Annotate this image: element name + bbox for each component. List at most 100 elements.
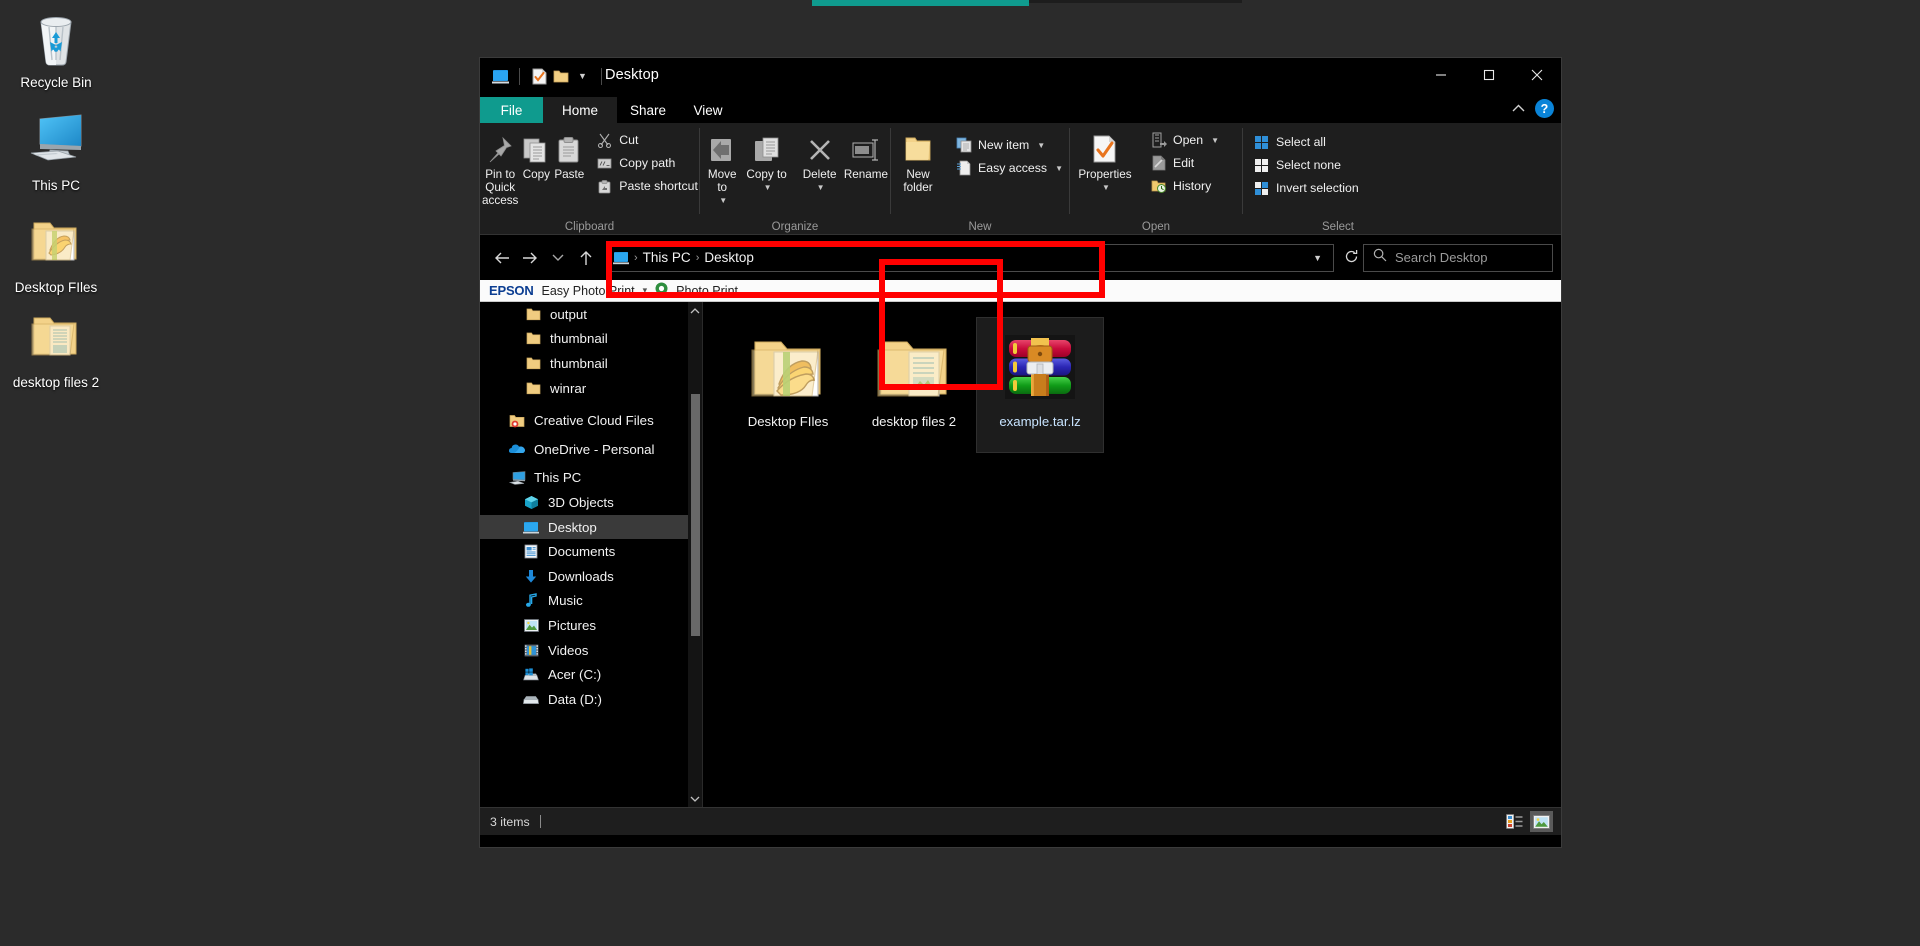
select-none-button[interactable]: Select none: [1247, 155, 1365, 175]
music-icon: [522, 592, 540, 610]
tree-item-onedrive-personal[interactable]: OneDrive - Personal: [480, 437, 702, 462]
new-folder-button[interactable]: New folder: [891, 130, 945, 194]
chevron-down-icon[interactable]: ▼: [1211, 136, 1219, 145]
open-button[interactable]: Open ▼: [1144, 130, 1225, 150]
file-explorer-window: ▼ Desktop File Home Share View: [479, 57, 1562, 848]
chevron-down-icon[interactable]: ▾: [643, 285, 648, 296]
paste-label: Paste: [554, 168, 584, 181]
tree-item-documents[interactable]: Documents: [480, 539, 702, 564]
ribbon-group-clipboard: Pin to Quick access Copy: [480, 123, 699, 234]
tree-item-downloads[interactable]: Downloads: [480, 564, 702, 589]
tab-home[interactable]: Home: [543, 97, 617, 123]
tree-item-thumbnail-2[interactable]: thumbnail: [480, 351, 702, 376]
tree-item-this-pc[interactable]: This PC: [480, 466, 702, 491]
screen: Recycle Bin This PC: [0, 0, 1920, 946]
tree-item-winrar[interactable]: winrar: [480, 376, 702, 401]
chevron-up-icon[interactable]: [1512, 101, 1525, 116]
recent-locations-button[interactable]: [544, 244, 572, 272]
up-button[interactable]: [572, 244, 600, 272]
edit-button[interactable]: Edit: [1144, 153, 1225, 173]
file-list-pane[interactable]: Desktop FIles: [703, 302, 1561, 807]
breadcrumb-this-pc[interactable]: This PC: [643, 250, 691, 265]
new-folder-icon[interactable]: [550, 65, 572, 87]
tree-item-pictures[interactable]: Pictures: [480, 613, 702, 638]
folder-icon: [524, 330, 542, 348]
copy-label: Copy: [523, 168, 550, 181]
rename-button[interactable]: Rename: [842, 130, 890, 181]
tree-item-desktop[interactable]: Desktop: [480, 515, 702, 540]
copy-to-button[interactable]: Copy to ▼: [744, 130, 788, 194]
back-button[interactable]: [488, 244, 516, 272]
easy-access-button[interactable]: Easy access ▼: [949, 158, 1069, 178]
epson-easy-photo-print-menu[interactable]: Easy Photo Print: [542, 284, 635, 298]
tree-item-videos[interactable]: Videos: [480, 638, 702, 663]
chevron-down-icon[interactable]: ▼: [1102, 181, 1110, 194]
file-item-desktop-files-2[interactable]: desktop files 2: [851, 318, 977, 452]
details-view-icon[interactable]: [1503, 811, 1526, 832]
select-all-button[interactable]: Select all: [1247, 132, 1365, 152]
tree-item-label: Creative Cloud Files: [534, 413, 654, 428]
tree-item-creative-cloud-files[interactable]: Creative Cloud Files: [480, 408, 702, 433]
minimize-button[interactable]: [1417, 58, 1465, 92]
history-button[interactable]: History: [1144, 176, 1225, 196]
paste-shortcut-button[interactable]: Paste shortcut: [590, 176, 704, 196]
forward-button[interactable]: [516, 244, 544, 272]
tree-item-label: Documents: [548, 544, 615, 559]
tree-item-thumbnail-1[interactable]: thumbnail: [480, 327, 702, 352]
close-button[interactable]: [1513, 58, 1561, 92]
tab-file[interactable]: File: [480, 97, 543, 123]
invert-selection-button[interactable]: Invert selection: [1247, 178, 1365, 198]
desktop-icon-desktop-files[interactable]: Desktop FIles: [0, 215, 112, 296]
tree-item-label: Desktop: [548, 520, 597, 535]
chevron-down-icon[interactable]: ▼: [719, 194, 727, 207]
large-icons-view-icon[interactable]: [1530, 811, 1553, 832]
refresh-button[interactable]: [1340, 249, 1363, 267]
chevron-down-icon[interactable]: ▼: [1055, 164, 1063, 173]
tree-item-acer-c[interactable]: Acer (C:): [480, 662, 702, 687]
search-box[interactable]: Search Desktop: [1363, 244, 1553, 272]
copy-button[interactable]: Copy: [520, 130, 552, 181]
properties-button[interactable]: Properties ▼: [1070, 130, 1140, 194]
tree-item-music[interactable]: Music: [480, 589, 702, 614]
pin-to-quick-access-button[interactable]: Pin to Quick access: [480, 130, 520, 207]
desktop-icon-recycle-bin[interactable]: Recycle Bin: [0, 10, 112, 91]
help-button[interactable]: ?: [1535, 99, 1554, 118]
tab-view[interactable]: View: [679, 97, 737, 123]
explorer-icon[interactable]: [489, 65, 511, 87]
tree-item-data-d[interactable]: Data (D:): [480, 687, 702, 712]
tree-item-3d-objects[interactable]: 3D Objects: [480, 490, 702, 515]
ribbon-right-controls: ?: [1512, 99, 1554, 118]
desktop-icon-label: This PC: [32, 178, 80, 193]
desktop-icon-this-pc[interactable]: This PC: [0, 113, 112, 194]
customize-qat-caret-icon[interactable]: ▼: [572, 71, 593, 81]
breadcrumb-address-bar[interactable]: › This PC › Desktop ▼: [606, 244, 1334, 272]
epson-photo-print-button[interactable]: Photo Print: [676, 284, 738, 298]
address-dropdown-icon[interactable]: ▼: [1308, 253, 1327, 263]
chevron-down-icon[interactable]: ▼: [817, 181, 825, 194]
chevron-down-icon[interactable]: [690, 791, 700, 807]
invert-selection-icon: [1253, 180, 1270, 197]
chevron-down-icon[interactable]: ▼: [1037, 141, 1045, 150]
chevron-down-icon[interactable]: ▼: [764, 181, 772, 194]
move-to-button[interactable]: Move to ▼: [700, 130, 744, 207]
paste-button[interactable]: Paste: [552, 130, 586, 181]
copy-path-button[interactable]: Copy path: [590, 153, 704, 173]
file-item-desktop-files[interactable]: Desktop FIles: [725, 318, 851, 452]
desktop-icon-desktop-files-2[interactable]: desktop files 2: [0, 310, 112, 391]
onedrive-icon: [508, 440, 526, 458]
tree-item-output[interactable]: output: [480, 302, 702, 327]
cut-button[interactable]: Cut: [590, 130, 704, 150]
explorer-main: output thumbnail thumbnail winrar: [480, 302, 1561, 807]
search-input[interactable]: Search Desktop: [1395, 250, 1488, 265]
new-item-button[interactable]: New item ▼: [949, 135, 1069, 155]
edit-icon: [1150, 155, 1167, 172]
navigation-scrollbar-thumb[interactable]: [691, 394, 700, 636]
file-item-example-tar-lz[interactable]: example.tar.lz: [977, 318, 1103, 452]
breadcrumb-desktop[interactable]: Desktop: [704, 250, 754, 265]
delete-button[interactable]: Delete ▼: [797, 130, 841, 194]
title-bar: ▼ Desktop: [480, 58, 1561, 97]
properties-icon[interactable]: [528, 65, 550, 87]
tab-share[interactable]: Share: [617, 97, 679, 123]
maximize-button[interactable]: [1465, 58, 1513, 92]
chevron-up-icon[interactable]: [690, 302, 700, 318]
